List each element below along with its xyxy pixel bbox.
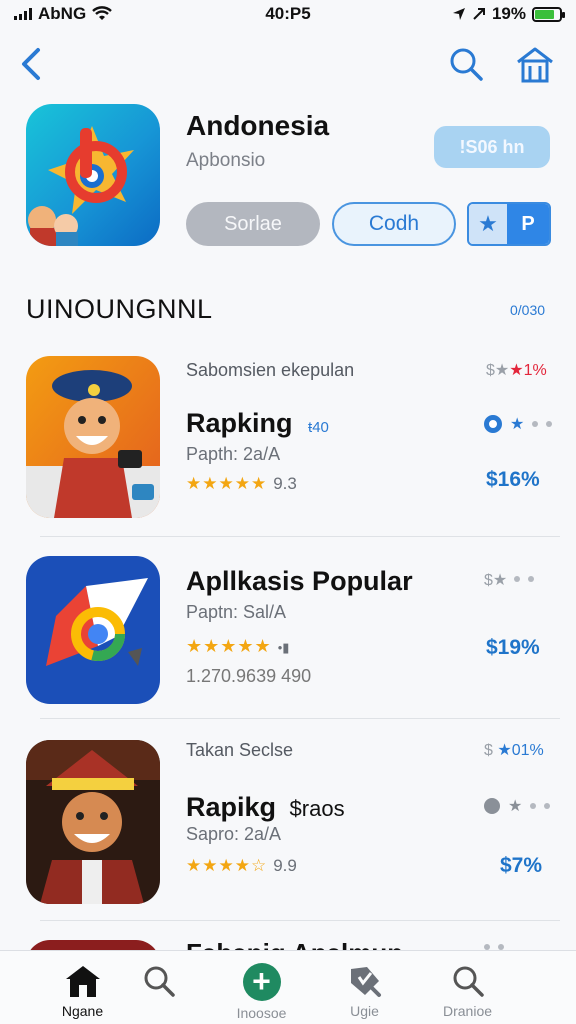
tab-label: Dranioe [442,1003,493,1019]
stars: ★★★★★ [186,474,268,493]
chevron-left-icon[interactable] [16,44,48,84]
plus-icon: + [242,963,281,1001]
radio-icon [484,415,502,433]
rating-stars: ★★★★★ •▮ [186,636,289,657]
badge-text: $★ [484,572,508,589]
option-dots[interactable]: ★ [484,796,551,816]
status-bar: AbNG 40:P5 19% [0,0,576,28]
app-meta: Sapro: 2a/A [186,824,282,844]
app-name: Rapikg $raos [186,792,345,823]
search-icon [453,966,484,997]
battery-icon [532,6,565,22]
app-name: Fabanig Apalmun [186,938,403,950]
app-tag: Sabomsien ekepulan [186,360,355,380]
tab-discover[interactable]: Dranioe [416,951,519,1024]
outline-button[interactable]: Codh [332,202,456,246]
tab-label: Ugie [350,1003,379,1019]
home-icon [65,966,100,997]
app-icon [26,556,160,704]
app-name: Apllkasis Popular [186,566,413,596]
app-price[interactable]: $7% [500,854,542,878]
star-icon: ★ [510,416,525,433]
app-icon [26,104,160,246]
star-icon: ★ [508,798,523,815]
tab-tags[interactable]: Ugie [313,951,416,1024]
nav-bar [0,40,576,90]
secondary-button[interactable]: Sorlae [186,202,320,246]
tag-icon [350,967,381,997]
dot-icon [532,421,539,427]
divider [40,718,560,719]
rating-stars: ★★★★★ 9.3 [186,474,297,494]
badge-blue: ★01% [497,742,544,759]
toggle-right-label: P [507,204,549,244]
tab-label: Inoosoe [236,1005,287,1021]
app-tag: Takan Seclse [186,740,294,760]
tab-label: Ngane [61,1003,104,1019]
right-badge: $ ★01% [484,740,544,760]
rating-value: 9.3 [273,474,297,493]
list-item[interactable]: Apllkasis Popular Paptn: Sal/A ★★★★★ •▮ 1… [0,556,576,716]
tab-add[interactable]: + Inoosoe [210,951,313,1024]
divider [40,536,560,537]
app-meta: Paptn: Sal/A [186,602,287,622]
stars: ★★★★★ [186,636,272,656]
app-icon [26,740,160,904]
badge-red: ★1% [509,362,547,379]
download-count: 1.270.9639 490 [186,666,312,686]
app-title: Andonesia [186,110,330,141]
app-icon [26,356,160,518]
radio-icon [484,798,500,814]
dot-icon [514,576,520,582]
rating-stars: ★★★★☆ 9.9 [186,856,297,876]
dot-icon [544,803,551,809]
rating-extra: •▮ [277,640,290,655]
app-price[interactable]: $16% [486,468,540,492]
search-icon[interactable] [446,44,486,84]
option-dots[interactable]: ★ [484,414,553,434]
option-dots[interactable] [514,576,534,582]
dot-icon [528,576,534,582]
right-badge: $★ [484,570,507,590]
list-item[interactable]: Sabomsien ekepulan Rapking ŧ40 Papth: 2a… [0,356,576,536]
app-name: Rapking ŧ40 [186,408,329,439]
app-name-suffix: $raos [289,796,345,821]
section-title: UINOUNGNNL [26,294,213,324]
rating-value: 9.9 [273,856,297,875]
tab-search[interactable] [107,951,210,1024]
right-badge: $★★1% [486,360,547,380]
app-meta: Papth: 2a/A [186,444,281,464]
stars: ★★★★☆ [186,856,268,875]
status-time: 40:P5 [265,4,311,23]
toggle-button[interactable]: ★ P [467,202,551,246]
dot-icon [546,421,553,427]
app-name-text: Rapikg [186,792,277,822]
list-item[interactable]: Fabanig Apalmun [0,936,576,950]
app-icon [26,940,160,950]
tab-bar: Ngane + Inoosoe Ugie Dranioe [0,950,576,1024]
search-icon [144,966,175,997]
home-icon[interactable] [514,44,556,84]
app-name-suffix: ŧ40 [308,419,329,436]
battery-level [535,9,555,19]
app-price[interactable]: $19% [486,636,540,660]
badge-text: $ [484,742,498,759]
dot-icon [530,803,537,809]
list-item[interactable]: Takan Seclse Rapikg $raos Sapro: 2a/A ★★… [0,738,576,908]
badge-text: $★ [486,362,510,379]
app-subtitle: Apbonsio [186,150,266,171]
star-icon: ★ [469,204,507,244]
divider [40,920,560,921]
app-name-text: Rapking [186,408,293,438]
price-button[interactable]: !S06 hn [434,126,550,168]
section-link[interactable]: 0/030 [510,302,545,318]
